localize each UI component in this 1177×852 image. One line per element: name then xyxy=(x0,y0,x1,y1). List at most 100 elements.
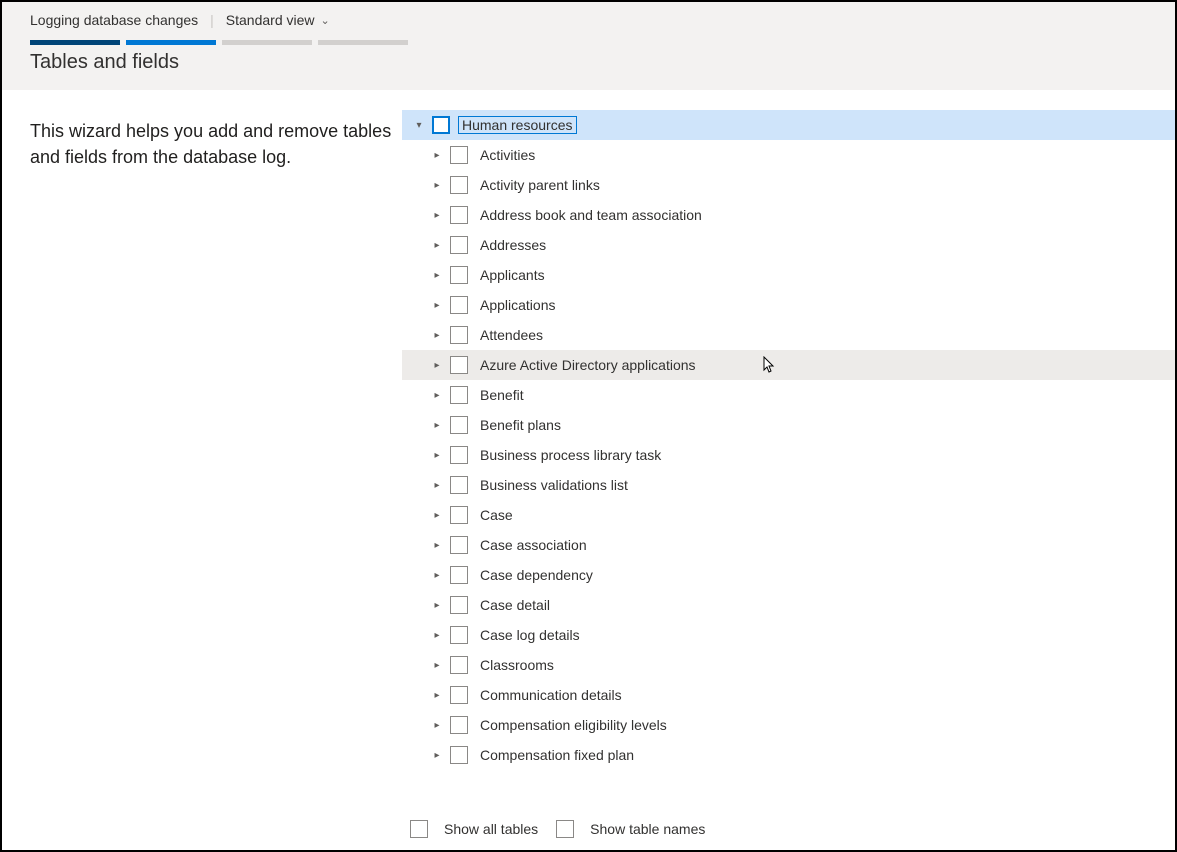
tree-checkbox[interactable] xyxy=(450,746,468,764)
tree-label[interactable]: Activities xyxy=(476,146,539,164)
tree-label[interactable]: Business process library task xyxy=(476,446,665,464)
tree-row[interactable]: Azure Active Directory applications xyxy=(402,350,1175,380)
tree-label[interactable]: Azure Active Directory applications xyxy=(476,356,700,374)
tree-row[interactable]: Communication details xyxy=(402,680,1175,710)
tree-row[interactable]: Business process library task xyxy=(402,440,1175,470)
view-label: Standard view xyxy=(226,12,315,28)
tree-label[interactable]: Business validations list xyxy=(476,476,632,494)
tree-label[interactable]: Addresses xyxy=(476,236,550,254)
tree-row[interactable]: Activities xyxy=(402,140,1175,170)
expand-icon[interactable] xyxy=(430,478,444,492)
expand-icon[interactable] xyxy=(430,448,444,462)
expand-icon[interactable] xyxy=(430,508,444,522)
tree-checkbox[interactable] xyxy=(450,476,468,494)
expand-icon[interactable] xyxy=(430,718,444,732)
tree-row[interactable]: Activity parent links xyxy=(402,170,1175,200)
show-all-tables-checkbox[interactable] xyxy=(410,820,428,838)
tree-checkbox[interactable] xyxy=(450,296,468,314)
tree-row[interactable]: Classrooms xyxy=(402,650,1175,680)
tree-row[interactable]: Benefit xyxy=(402,380,1175,410)
expand-icon[interactable] xyxy=(430,658,444,672)
tree-row[interactable]: Case dependency xyxy=(402,560,1175,590)
tree-label[interactable]: Case log details xyxy=(476,626,584,644)
expand-icon[interactable] xyxy=(430,688,444,702)
expand-icon[interactable] xyxy=(430,178,444,192)
tree-label[interactable]: Case dependency xyxy=(476,566,597,584)
tree-row[interactable]: Human resources xyxy=(402,110,1175,140)
tree-label[interactable]: Address book and team association xyxy=(476,206,706,224)
tree-checkbox[interactable] xyxy=(450,146,468,164)
tree-checkbox[interactable] xyxy=(450,626,468,644)
expand-icon[interactable] xyxy=(430,598,444,612)
show-all-tables-option[interactable]: Show all tables xyxy=(410,820,538,838)
tree-row[interactable]: Attendees xyxy=(402,320,1175,350)
tree-label[interactable]: Case association xyxy=(476,536,591,554)
left-column: This wizard helps you add and remove tab… xyxy=(2,90,402,850)
expand-icon[interactable] xyxy=(430,568,444,582)
tree-row[interactable]: Business validations list xyxy=(402,470,1175,500)
tree-checkbox[interactable] xyxy=(450,506,468,524)
tree-row[interactable]: Address book and team association xyxy=(402,200,1175,230)
tree-label[interactable]: Compensation fixed plan xyxy=(476,746,638,764)
tree-label[interactable]: Applications xyxy=(476,296,560,314)
tree-row[interactable]: Applicants xyxy=(402,260,1175,290)
expand-icon[interactable] xyxy=(430,538,444,552)
tree-row[interactable]: Compensation eligibility levels xyxy=(402,710,1175,740)
tree-row[interactable]: Case log details xyxy=(402,620,1175,650)
expand-icon[interactable] xyxy=(430,208,444,222)
tree-checkbox[interactable] xyxy=(450,266,468,284)
tree-checkbox[interactable] xyxy=(450,206,468,224)
tree-checkbox[interactable] xyxy=(450,656,468,674)
tree-row[interactable]: Benefit plans xyxy=(402,410,1175,440)
tree-checkbox[interactable] xyxy=(450,326,468,344)
tree-checkbox[interactable] xyxy=(432,116,450,134)
tree-checkbox[interactable] xyxy=(450,446,468,464)
tree-row[interactable]: Addresses xyxy=(402,230,1175,260)
tree-checkbox[interactable] xyxy=(450,386,468,404)
tree-checkbox[interactable] xyxy=(450,536,468,554)
tree-label[interactable]: Compensation eligibility levels xyxy=(476,716,671,734)
tree-checkbox[interactable] xyxy=(450,716,468,734)
expand-icon[interactable] xyxy=(430,298,444,312)
tree-checkbox[interactable] xyxy=(450,686,468,704)
tree-label[interactable]: Applicants xyxy=(476,266,549,284)
tree-row[interactable]: Compensation fixed plan xyxy=(402,740,1175,770)
tree-checkbox[interactable] xyxy=(450,416,468,434)
tree-label[interactable]: Case xyxy=(476,506,517,524)
tree-label[interactable]: Benefit plans xyxy=(476,416,565,434)
expand-icon[interactable] xyxy=(430,148,444,162)
expand-icon[interactable] xyxy=(430,328,444,342)
tree-checkbox[interactable] xyxy=(450,566,468,584)
expand-icon[interactable] xyxy=(430,238,444,252)
view-selector[interactable]: Standard view ⌄ xyxy=(226,12,330,28)
tree-checkbox[interactable] xyxy=(450,356,468,374)
tree-label[interactable]: Benefit xyxy=(476,386,528,404)
show-table-names-checkbox[interactable] xyxy=(556,820,574,838)
cursor-icon xyxy=(762,356,776,374)
tree-checkbox[interactable] xyxy=(450,176,468,194)
tree-row[interactable]: Case xyxy=(402,500,1175,530)
tree-label[interactable]: Activity parent links xyxy=(476,176,604,194)
tree-row[interactable]: Case detail xyxy=(402,590,1175,620)
tree-label[interactable]: Case detail xyxy=(476,596,554,614)
tree-label[interactable]: Attendees xyxy=(476,326,547,344)
tree-row[interactable]: Applications xyxy=(402,290,1175,320)
tree-label[interactable]: Classrooms xyxy=(476,656,558,674)
expand-icon[interactable] xyxy=(430,268,444,282)
collapse-icon[interactable] xyxy=(412,118,426,132)
tree-checkbox[interactable] xyxy=(450,236,468,254)
expand-icon[interactable] xyxy=(430,388,444,402)
tree-label[interactable]: Communication details xyxy=(476,686,626,704)
tree-row[interactable]: Case association xyxy=(402,530,1175,560)
breadcrumb[interactable]: Logging database changes xyxy=(30,12,198,28)
expand-icon[interactable] xyxy=(430,418,444,432)
expand-icon[interactable] xyxy=(430,628,444,642)
page-title: Tables and fields xyxy=(2,45,1175,90)
tables-tree[interactable]: Human resources Activities Activity parent… xyxy=(402,110,1175,810)
expand-icon[interactable] xyxy=(430,748,444,762)
show-table-names-option[interactable]: Show table names xyxy=(556,820,705,838)
tree-label[interactable]: Human resources xyxy=(458,116,577,134)
tree-checkbox[interactable] xyxy=(450,596,468,614)
chevron-down-icon: ⌄ xyxy=(321,14,330,27)
expand-icon[interactable] xyxy=(430,358,444,372)
